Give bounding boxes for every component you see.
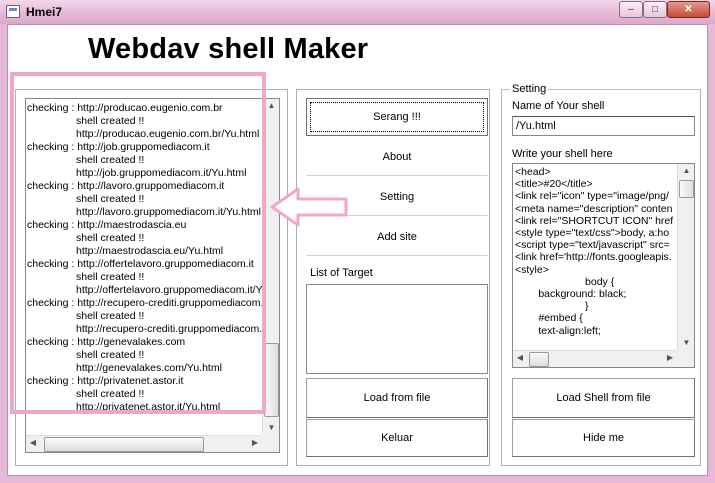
- log-url: http://maestrodascia.eu/Yu.html: [76, 245, 224, 257]
- code-hscroll-thumb[interactable]: [529, 352, 549, 367]
- log-url: http://genevalakes.com/Yu.html: [76, 362, 222, 374]
- scroll-up-icon[interactable]: ▲: [678, 164, 694, 178]
- code-line: <head>: [515, 166, 551, 178]
- load-from-file-button[interactable]: Load from file: [306, 378, 488, 418]
- scrollbar-corner: [260, 433, 279, 452]
- title-bar[interactable]: Hmei7 – □ ✕: [0, 0, 715, 24]
- log-url: http://recupero-crediti.gruppomediacom.i…: [76, 323, 262, 335]
- code-line: <script type="text/javascript" src=: [515, 239, 670, 252]
- scroll-left-icon[interactable]: ◀: [513, 351, 527, 367]
- log-status: shell created !!: [76, 193, 145, 205]
- load-shell-button[interactable]: Load Shell from file: [512, 378, 695, 418]
- shell-name-label: Name of Your shell: [512, 100, 605, 112]
- code-line: text-align:left;: [515, 324, 601, 337]
- log-check: checking : http://genevalakes.com: [27, 336, 186, 348]
- log-status: shell created !!: [76, 388, 145, 400]
- code-horizontal-scrollbar[interactable]: ◀ ▶: [513, 350, 677, 367]
- hide-me-button[interactable]: Hide me: [512, 419, 695, 457]
- scroll-up-icon[interactable]: ▲: [263, 99, 279, 113]
- setting-group: Setting Name of Your shell Write your sh…: [501, 83, 701, 466]
- scrollbar-corner: [675, 348, 694, 367]
- log-vscroll-thumb[interactable]: [264, 343, 279, 417]
- app-heading: Webdav shell Maker: [88, 33, 369, 65]
- code-vertical-scrollbar[interactable]: ▲ ▼: [677, 164, 694, 350]
- log-check: checking : http://recupero-crediti.grupp…: [27, 297, 262, 309]
- app-window-icon: [6, 5, 20, 18]
- log-url: http://producao.eugenio.com.br/Yu.html: [76, 128, 260, 140]
- log-entry: checking : http://offertelavoro.gruppome…: [27, 258, 262, 297]
- minimize-button[interactable]: –: [619, 1, 643, 18]
- code-vscroll-thumb[interactable]: [679, 180, 694, 198]
- code-line: }: [515, 300, 589, 313]
- list-of-target-label: List of Target: [310, 267, 373, 279]
- code-line: <style type="text/css">body, a:ho: [515, 227, 670, 240]
- keluar-button[interactable]: Keluar: [306, 419, 488, 457]
- log-status: shell created !!: [76, 310, 145, 322]
- log-status: shell created !!: [76, 115, 145, 127]
- log-entry: checking : http://producao.eugenio.com.b…: [27, 102, 262, 141]
- about-button[interactable]: About: [306, 138, 488, 176]
- left-arrow-icon: [270, 187, 348, 227]
- log-check: checking : http://producao.eugenio.com.b…: [27, 102, 223, 114]
- log-url: http://job.gruppomediacom.it/Yu.html: [76, 167, 247, 179]
- code-line: <link rel="icon" type="image/png/: [515, 190, 669, 203]
- shell-code-editor[interactable]: <head> <title>#20</title> <link rel="icon"…: [512, 163, 695, 368]
- log-status: shell created !!: [76, 349, 145, 361]
- log-check: checking : http://lavoro.gruppomediacom.…: [27, 180, 225, 192]
- log-horizontal-scrollbar[interactable]: ◀ ▶: [26, 435, 262, 452]
- scroll-left-icon[interactable]: ◀: [26, 436, 40, 452]
- log-entry: checking : http://privatenet.astor.it she…: [27, 375, 262, 414]
- log-status: shell created !!: [76, 154, 145, 166]
- log-hscroll-thumb[interactable]: [44, 437, 204, 452]
- log-url: http://offertelavoro.gruppomediacom.it/Y…: [76, 284, 262, 296]
- log-status: shell created !!: [76, 271, 145, 283]
- app-client-area: Webdav shell Maker checking : http://pro…: [7, 24, 708, 476]
- log-entry: checking : http://lavoro.gruppomediacom.…: [27, 180, 262, 219]
- code-line: background: black;: [515, 288, 627, 301]
- log-check: checking : http://privatenet.astor.it: [27, 375, 184, 387]
- window-title: Hmei7: [26, 5, 63, 19]
- log-check: checking : http://job.gruppomediacom.it: [27, 141, 210, 153]
- target-list-box[interactable]: [306, 284, 488, 374]
- log-url: http://privatenet.astor.it/Yu.html: [76, 401, 221, 413]
- log-entry: checking : http://recupero-crediti.grupp…: [27, 297, 262, 336]
- log-check: checking : http://offertelavoro.gruppome…: [27, 258, 254, 270]
- code-line: #embed {: [515, 312, 583, 325]
- log-status: shell created !!: [76, 232, 145, 244]
- log-panel: checking : http://producao.eugenio.com.b…: [15, 89, 288, 466]
- setting-group-label: Setting: [510, 83, 549, 95]
- log-entry: checking : http://job.gruppomediacom.it s…: [27, 141, 262, 180]
- log-entry: checking : http://maestrodascia.eu shell …: [27, 219, 262, 258]
- close-button[interactable]: ✕: [667, 1, 710, 18]
- serang-button[interactable]: Serang !!!: [306, 98, 488, 136]
- menu-panel: Serang !!! About Setting Add site List o…: [296, 89, 490, 466]
- log-vertical-scrollbar[interactable]: ▲ ▼: [262, 99, 279, 435]
- code-line: <title>#20</title>: [515, 178, 593, 191]
- code-line: <style>: [515, 263, 549, 276]
- log-content: checking : http://producao.eugenio.com.b…: [26, 99, 262, 435]
- code-line: <meta name="description" conten: [515, 202, 673, 215]
- code-line: <link href='http://fonts.googleapis.: [515, 251, 672, 264]
- log-listbox[interactable]: checking : http://producao.eugenio.com.b…: [25, 98, 280, 453]
- log-entry: checking : http://genevalakes.com shell c…: [27, 336, 262, 375]
- shell-name-input[interactable]: [512, 116, 695, 136]
- log-url: http://lavoro.gruppomediacom.it/Yu.html: [76, 206, 262, 218]
- shell-code-content: <head> <title>#20</title> <link rel="icon"…: [513, 164, 677, 350]
- shell-code-label: Write your shell here: [512, 148, 613, 160]
- code-line: <link rel="SHORTCUT ICON" href: [515, 214, 674, 227]
- log-check: checking : http://maestrodascia.eu: [27, 219, 187, 231]
- code-line: body {: [515, 275, 615, 288]
- maximize-button[interactable]: □: [643, 1, 667, 18]
